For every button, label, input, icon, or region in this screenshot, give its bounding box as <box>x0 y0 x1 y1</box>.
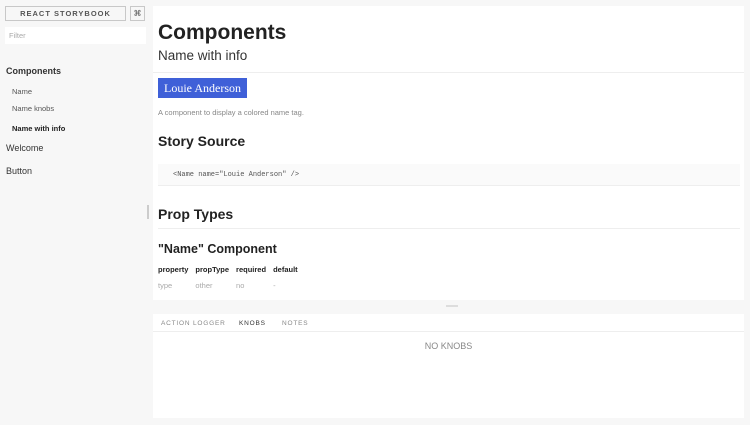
component-description: A component to display a colored name ta… <box>158 108 304 117</box>
tab-notes[interactable]: NOTES <box>282 320 308 327</box>
keyboard-shortcuts-icon[interactable]: ⌘ <box>130 6 145 21</box>
sidebar: REACT STORYBOOK ⌘ Components Name Name k… <box>0 0 150 425</box>
prop-types-divider <box>158 228 740 229</box>
prop-table-cell: - <box>273 281 276 290</box>
storybook-brand-button[interactable]: REACT STORYBOOK <box>5 6 126 21</box>
page-title: Components <box>158 21 287 44</box>
tab-knobs[interactable]: KNOBS <box>239 320 266 327</box>
nav-kind-welcome[interactable]: Welcome <box>6 143 43 153</box>
nav-story-name[interactable]: Name <box>12 87 32 96</box>
source-code: <Name name="Louie Anderson" /> <box>173 171 300 179</box>
prop-table-cell: other <box>195 281 213 290</box>
prop-table-header: required <box>236 264 267 274</box>
prop-table-header: property <box>158 264 189 274</box>
addon-panel: ACTION LOGGER KNOBS NOTES NO KNOBS <box>153 314 744 418</box>
title-divider <box>153 72 744 73</box>
prop-table-cell: no <box>236 281 245 290</box>
name-tag: Louie Anderson <box>158 78 247 98</box>
nav-kind-button[interactable]: Button <box>6 166 32 176</box>
table-row: type other no - <box>158 274 305 290</box>
no-knobs-message: NO KNOBS <box>424 341 473 351</box>
prop-table-cell: type <box>158 281 173 290</box>
addon-tabbar: ACTION LOGGER KNOBS NOTES <box>153 314 744 332</box>
tab-action-logger[interactable]: ACTION LOGGER <box>161 320 226 327</box>
prop-table-header: default <box>273 264 298 274</box>
prop-table-header: propType <box>195 264 230 274</box>
source-code-box: <Name name="Louie Anderson" /> <box>158 164 740 186</box>
nav-kind-components[interactable]: Components <box>6 66 61 76</box>
component-heading: "Name" Component <box>158 242 277 256</box>
panel-resize-handle[interactable] <box>446 305 458 307</box>
prop-table: property propType required default type … <box>158 264 305 291</box>
nav-story-name-knobs[interactable]: Name knobs <box>12 104 54 113</box>
prop-types-heading: Prop Types <box>158 206 234 222</box>
nav-story-name-with-info[interactable]: Name with info <box>12 124 65 133</box>
sidebar-resize-handle[interactable] <box>147 205 149 219</box>
brand-row: REACT STORYBOOK ⌘ <box>5 6 145 21</box>
filter-input[interactable] <box>5 27 146 44</box>
page-subtitle: Name with info <box>158 48 248 63</box>
story-preview: Components Name with info Louie Anderson… <box>153 6 744 300</box>
story-source-heading: Story Source <box>158 133 246 149</box>
